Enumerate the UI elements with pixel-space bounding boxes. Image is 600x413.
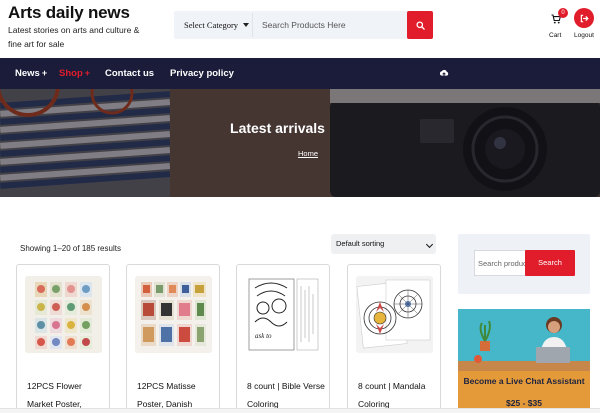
matisse-poster-thumbnail [135,276,212,353]
sidebar-search-input[interactable] [474,250,526,276]
svg-text:ask to: ask to [255,332,272,340]
product-search-bar: Select Category [174,11,433,39]
results-count: Showing 1–20 of 185 results [20,244,121,253]
search-icon [415,20,425,30]
nav-item-contact[interactable]: Contact us [105,68,154,79]
product-card[interactable]: 12PCS Flower Market Poster, [16,264,110,413]
site-title[interactable]: Arts daily news [8,3,130,23]
page-hero: Latest arrivals Home [0,89,600,197]
cart-count-badge: 0 [558,8,568,18]
nav-item-privacy[interactable]: Privacy policy [170,68,234,79]
sort-select-label: Default sorting [336,239,385,248]
chevron-down-icon [243,23,249,27]
ad-headline: Become a Live Chat Assistant [463,376,585,386]
plus-icon: + [41,68,48,78]
page-bottom-edge [0,408,600,413]
logout-button[interactable]: Logout [574,8,596,44]
breadcrumb-home-link[interactable]: Home [0,149,600,158]
category-select-label: Select Category [184,20,239,30]
product-card[interactable]: ask to 8 count | Bible Verse Coloring [236,264,330,413]
nav-item-label: Privacy policy [170,68,234,79]
site-header: Arts daily news Latest stories on arts a… [0,0,600,58]
logout-label: Logout [574,32,594,39]
search-input[interactable] [252,13,406,37]
hero-overlay [0,89,600,197]
product-card[interactable]: 8 count | Mandala Coloring [347,264,441,413]
site-tagline: Latest stories on arts and culture & fin… [8,25,140,49]
category-select[interactable]: Select Category [174,11,252,39]
nav-item-label: Shop [59,68,83,79]
logout-icon-circle [574,8,594,28]
page-title: Latest arrivals [230,120,325,136]
sidebar-search-button[interactable]: Search [525,250,575,276]
sidebar-search-widget: Search [458,234,590,294]
main-nav: News + Shop + Contact us Privacy policy [0,58,600,89]
logout-icon [580,14,589,22]
ad-price: $25 - $35 [506,398,542,408]
product-card[interactable]: 12PCS Matisse Poster, Danish [126,264,220,413]
nav-item-shop[interactable]: Shop + [59,68,90,79]
chevron-down-icon [425,240,434,249]
product-image[interactable] [25,276,102,353]
cart-label: Cart [549,32,562,39]
mandala-thumbnail [356,276,433,353]
nav-item-news[interactable]: News + [15,68,47,79]
sidebar-ad-banner[interactable]: Become a Live Chat Assistant $25 - $35 [458,309,590,413]
cart-button[interactable]: 0 Cart [546,8,568,42]
flower-poster-thumbnail [25,276,102,353]
sort-select[interactable]: Default sorting [331,234,436,254]
plus-icon: + [84,68,91,78]
search-button[interactable] [407,11,433,39]
product-image[interactable] [135,276,212,353]
product-image[interactable] [356,276,433,353]
coloring-page-thumbnail: ask to [245,276,322,353]
nav-item-label: Contact us [105,68,155,79]
product-image[interactable]: ask to [245,276,322,353]
nav-item-label: News [15,68,40,79]
cloud-upload-icon[interactable] [439,68,449,78]
